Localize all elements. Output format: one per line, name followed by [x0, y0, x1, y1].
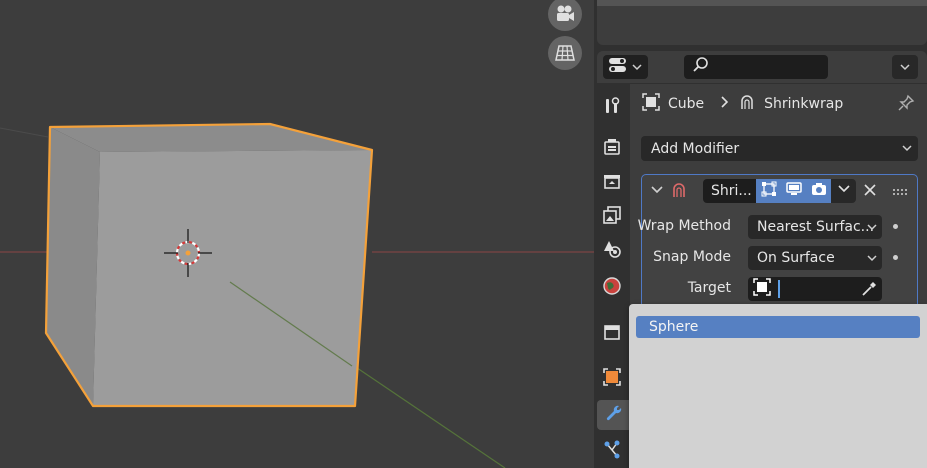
snap-mode-value: On Surface — [757, 250, 835, 266]
particles-tab[interactable] — [597, 436, 627, 466]
search-result-label: Sphere — [649, 319, 699, 335]
outliner-body — [597, 0, 927, 45]
monitor-icon — [785, 180, 803, 202]
eyedropper-icon[interactable] — [860, 280, 878, 301]
world-tab[interactable] — [597, 273, 627, 303]
chevron-right-icon — [720, 96, 730, 112]
keyframe-dot[interactable] — [893, 255, 898, 260]
output-tab[interactable] — [597, 168, 627, 198]
cube-front-face — [93, 150, 372, 406]
search-icon — [692, 56, 710, 78]
text-cursor — [778, 280, 780, 298]
cube-object[interactable] — [44, 122, 374, 408]
chevron-down-icon — [900, 140, 914, 160]
close-icon[interactable] — [863, 183, 877, 201]
view-layer-tab[interactable] — [597, 202, 627, 232]
modifier-name-field[interactable]: Shri... — [703, 179, 759, 203]
wrap-method-value: Nearest Surfac... — [757, 219, 875, 235]
camera-icon — [810, 180, 828, 202]
search-result-item[interactable]: Sphere — [636, 316, 920, 338]
image-stack-icon — [602, 205, 622, 229]
object-data-icon — [752, 277, 772, 301]
breadcrumb: Cube Shrinkwrap — [642, 93, 843, 115]
chevron-down-icon — [900, 59, 910, 75]
pin-icon[interactable] — [897, 94, 915, 116]
target-object-field[interactable] — [748, 277, 882, 301]
properties-tabs — [594, 84, 630, 468]
3d-viewport[interactable] — [0, 0, 594, 468]
modifier-extras-dropdown[interactable] — [831, 179, 856, 203]
scene-tab[interactable] — [597, 236, 627, 266]
particles-icon — [602, 439, 622, 463]
chevron-down-icon — [865, 250, 879, 270]
keyframe-dot[interactable] — [893, 224, 898, 229]
wrap-method-row: Wrap Method Nearest Surfac... — [638, 215, 917, 239]
edit-mode-toggle[interactable] — [756, 179, 781, 203]
modifier-header: Shri... — [642, 175, 917, 205]
object-data-icon — [642, 93, 660, 115]
collection-tab[interactable] — [597, 319, 627, 349]
object-origin — [185, 250, 191, 256]
viewport-display-toggle[interactable] — [781, 179, 806, 203]
snap-mode-dropdown[interactable]: On Surface — [748, 246, 882, 270]
render-camera-back-icon — [602, 137, 622, 161]
world-globe-icon — [602, 276, 622, 300]
edit-mode-icon — [760, 180, 778, 202]
object-square-icon — [602, 367, 622, 391]
target-search-popup: Sphere — [629, 304, 927, 468]
options-dropdown-button[interactable] — [892, 55, 918, 79]
target-row: Target — [642, 277, 917, 301]
properties-header — [597, 51, 927, 83]
scene-shapes-icon — [602, 239, 622, 263]
render-tab[interactable] — [597, 134, 627, 164]
breadcrumb-object: Cube — [668, 96, 705, 112]
snap-mode-row: Snap Mode On Surface — [642, 246, 917, 270]
snap-mode-label: Snap Mode — [653, 249, 731, 265]
grid-ortho-icon[interactable] — [548, 36, 582, 70]
chevron-down-icon — [837, 183, 851, 199]
wrench-screwdriver-icon — [602, 96, 622, 120]
scene-canvas[interactable] — [0, 0, 594, 468]
modifier-name: Shri... — [711, 183, 752, 199]
chevron-down-icon — [632, 59, 642, 75]
box-icon — [602, 322, 622, 346]
shrinkwrap-icon — [670, 181, 688, 203]
add-modifier-label: Add Modifier — [651, 140, 740, 157]
grid-line — [0, 127, 49, 138]
editor-type-button[interactable] — [603, 55, 648, 79]
object-tab[interactable] — [597, 364, 627, 394]
render-toggle[interactable] — [806, 179, 831, 203]
target-label: Target — [687, 280, 731, 296]
modifier-tab[interactable] — [597, 400, 630, 430]
printer-icon — [602, 171, 622, 195]
cube-side-face — [46, 127, 100, 406]
shrinkwrap-icon — [738, 93, 756, 115]
wrap-method-dropdown[interactable]: Nearest Surfac... — [748, 215, 882, 239]
tool-tab[interactable] — [597, 93, 627, 123]
properties-search-input[interactable] — [684, 55, 828, 79]
outliner-area[interactable] — [594, 0, 927, 48]
properties-editor-icon — [608, 57, 628, 77]
breadcrumb-modifier: Shrinkwrap — [764, 96, 844, 112]
wrap-method-label: Wrap Method — [637, 218, 731, 234]
collapse-chevron-icon[interactable] — [650, 183, 664, 201]
drag-handle-icon[interactable] — [893, 185, 909, 201]
wrench-icon — [604, 403, 624, 427]
chevron-down-icon — [865, 219, 879, 239]
add-modifier-button[interactable]: Add Modifier — [641, 136, 918, 161]
